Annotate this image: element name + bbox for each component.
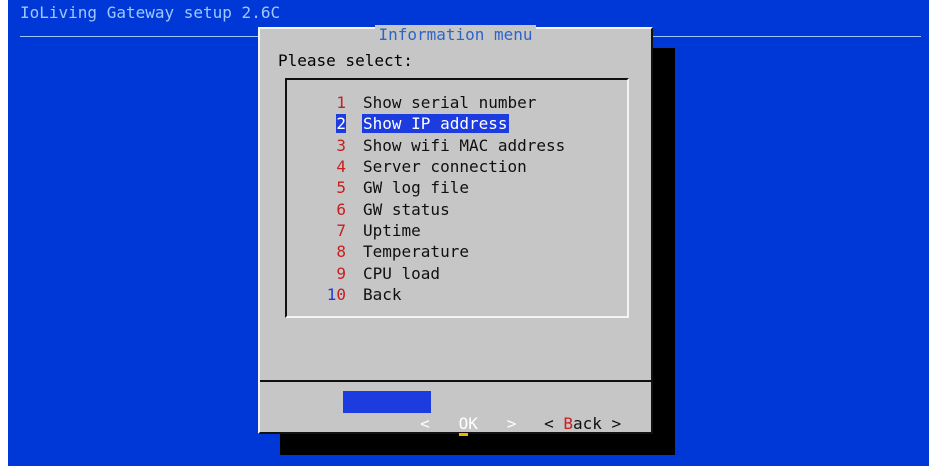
menu-item-label: Show serial number	[363, 93, 537, 113]
button-row: < OK > < Back >	[260, 391, 651, 436]
menu-item-tag: 10	[326, 284, 346, 304]
menu-item-uptime[interactable]: 7 Uptime	[320, 220, 566, 241]
menu-item-label: Back	[363, 284, 402, 304]
menu-item-gw-status[interactable]: 6 GW status	[320, 198, 566, 219]
menu-item-tag: 1	[336, 93, 346, 113]
menu-item-tag: 5	[336, 178, 346, 198]
menu-item-show-ip-address[interactable]: 2 Show IP address	[320, 113, 566, 134]
menu-prompt: Please select:	[278, 51, 413, 70]
menu-item-show-wifi-mac-address[interactable]: 3 Show wifi MAC address	[320, 135, 566, 156]
menu-item-label: GW log file	[363, 178, 469, 198]
menu-item-tag: 4	[336, 157, 346, 177]
menu-list: 1 Show serial number 2 Show IP address 3…	[320, 92, 566, 305]
menu-item-back[interactable]: 10 Back	[320, 284, 566, 305]
menu-item-label: GW status	[363, 199, 450, 219]
back-right-arrow: >	[611, 414, 622, 433]
menu-item-tag: 6	[336, 199, 346, 219]
menu-item-label: CPU load	[363, 263, 441, 283]
back-rest: ack	[572, 414, 602, 433]
menu-item-cpu-load[interactable]: 9 CPU load	[320, 262, 566, 283]
information-menu-dialog: Information menu Please select: 1 Show s…	[258, 25, 653, 436]
menu-item-label: Server connection	[363, 157, 527, 177]
button-area-divider	[260, 380, 651, 382]
menu-item-tag: 7	[336, 220, 346, 240]
menu-box: 1 Show serial number 2 Show IP address 3…	[285, 78, 629, 318]
backtitle: IoLiving Gateway setup 2.6C	[20, 3, 281, 22]
menu-item-show-serial-number[interactable]: 1 Show serial number	[320, 92, 566, 113]
menu-item-temperature[interactable]: 8 Temperature	[320, 241, 566, 262]
menu-item-tag: 2	[336, 114, 346, 134]
back-hotkey: B	[563, 414, 573, 433]
dialog-title: Information menu	[260, 25, 651, 45]
menu-item-tag: 3	[336, 135, 346, 155]
ok-button[interactable]: < OK >	[343, 391, 516, 436]
ok-left-arrow: <	[420, 414, 430, 433]
menu-item-server-connection[interactable]: 4 Server connection	[320, 156, 566, 177]
menu-item-tag: 8	[336, 242, 346, 262]
menu-item-label: Temperature	[363, 242, 469, 262]
back-left-arrow: <	[544, 414, 554, 433]
menu-item-tag: 9	[336, 263, 346, 283]
menu-item-label: Show wifi MAC address	[363, 135, 566, 155]
menu-item-label: Show IP address	[362, 114, 509, 134]
back-button[interactable]: < Back >	[467, 391, 621, 433]
menu-item-gw-log-file[interactable]: 5 GW log file	[320, 177, 566, 198]
dialog-title-text: Information menu	[375, 25, 536, 44]
terminal-screen: IoLiving Gateway setup 2.6C Information …	[8, 0, 929, 466]
menu-item-label: Uptime	[363, 220, 421, 240]
